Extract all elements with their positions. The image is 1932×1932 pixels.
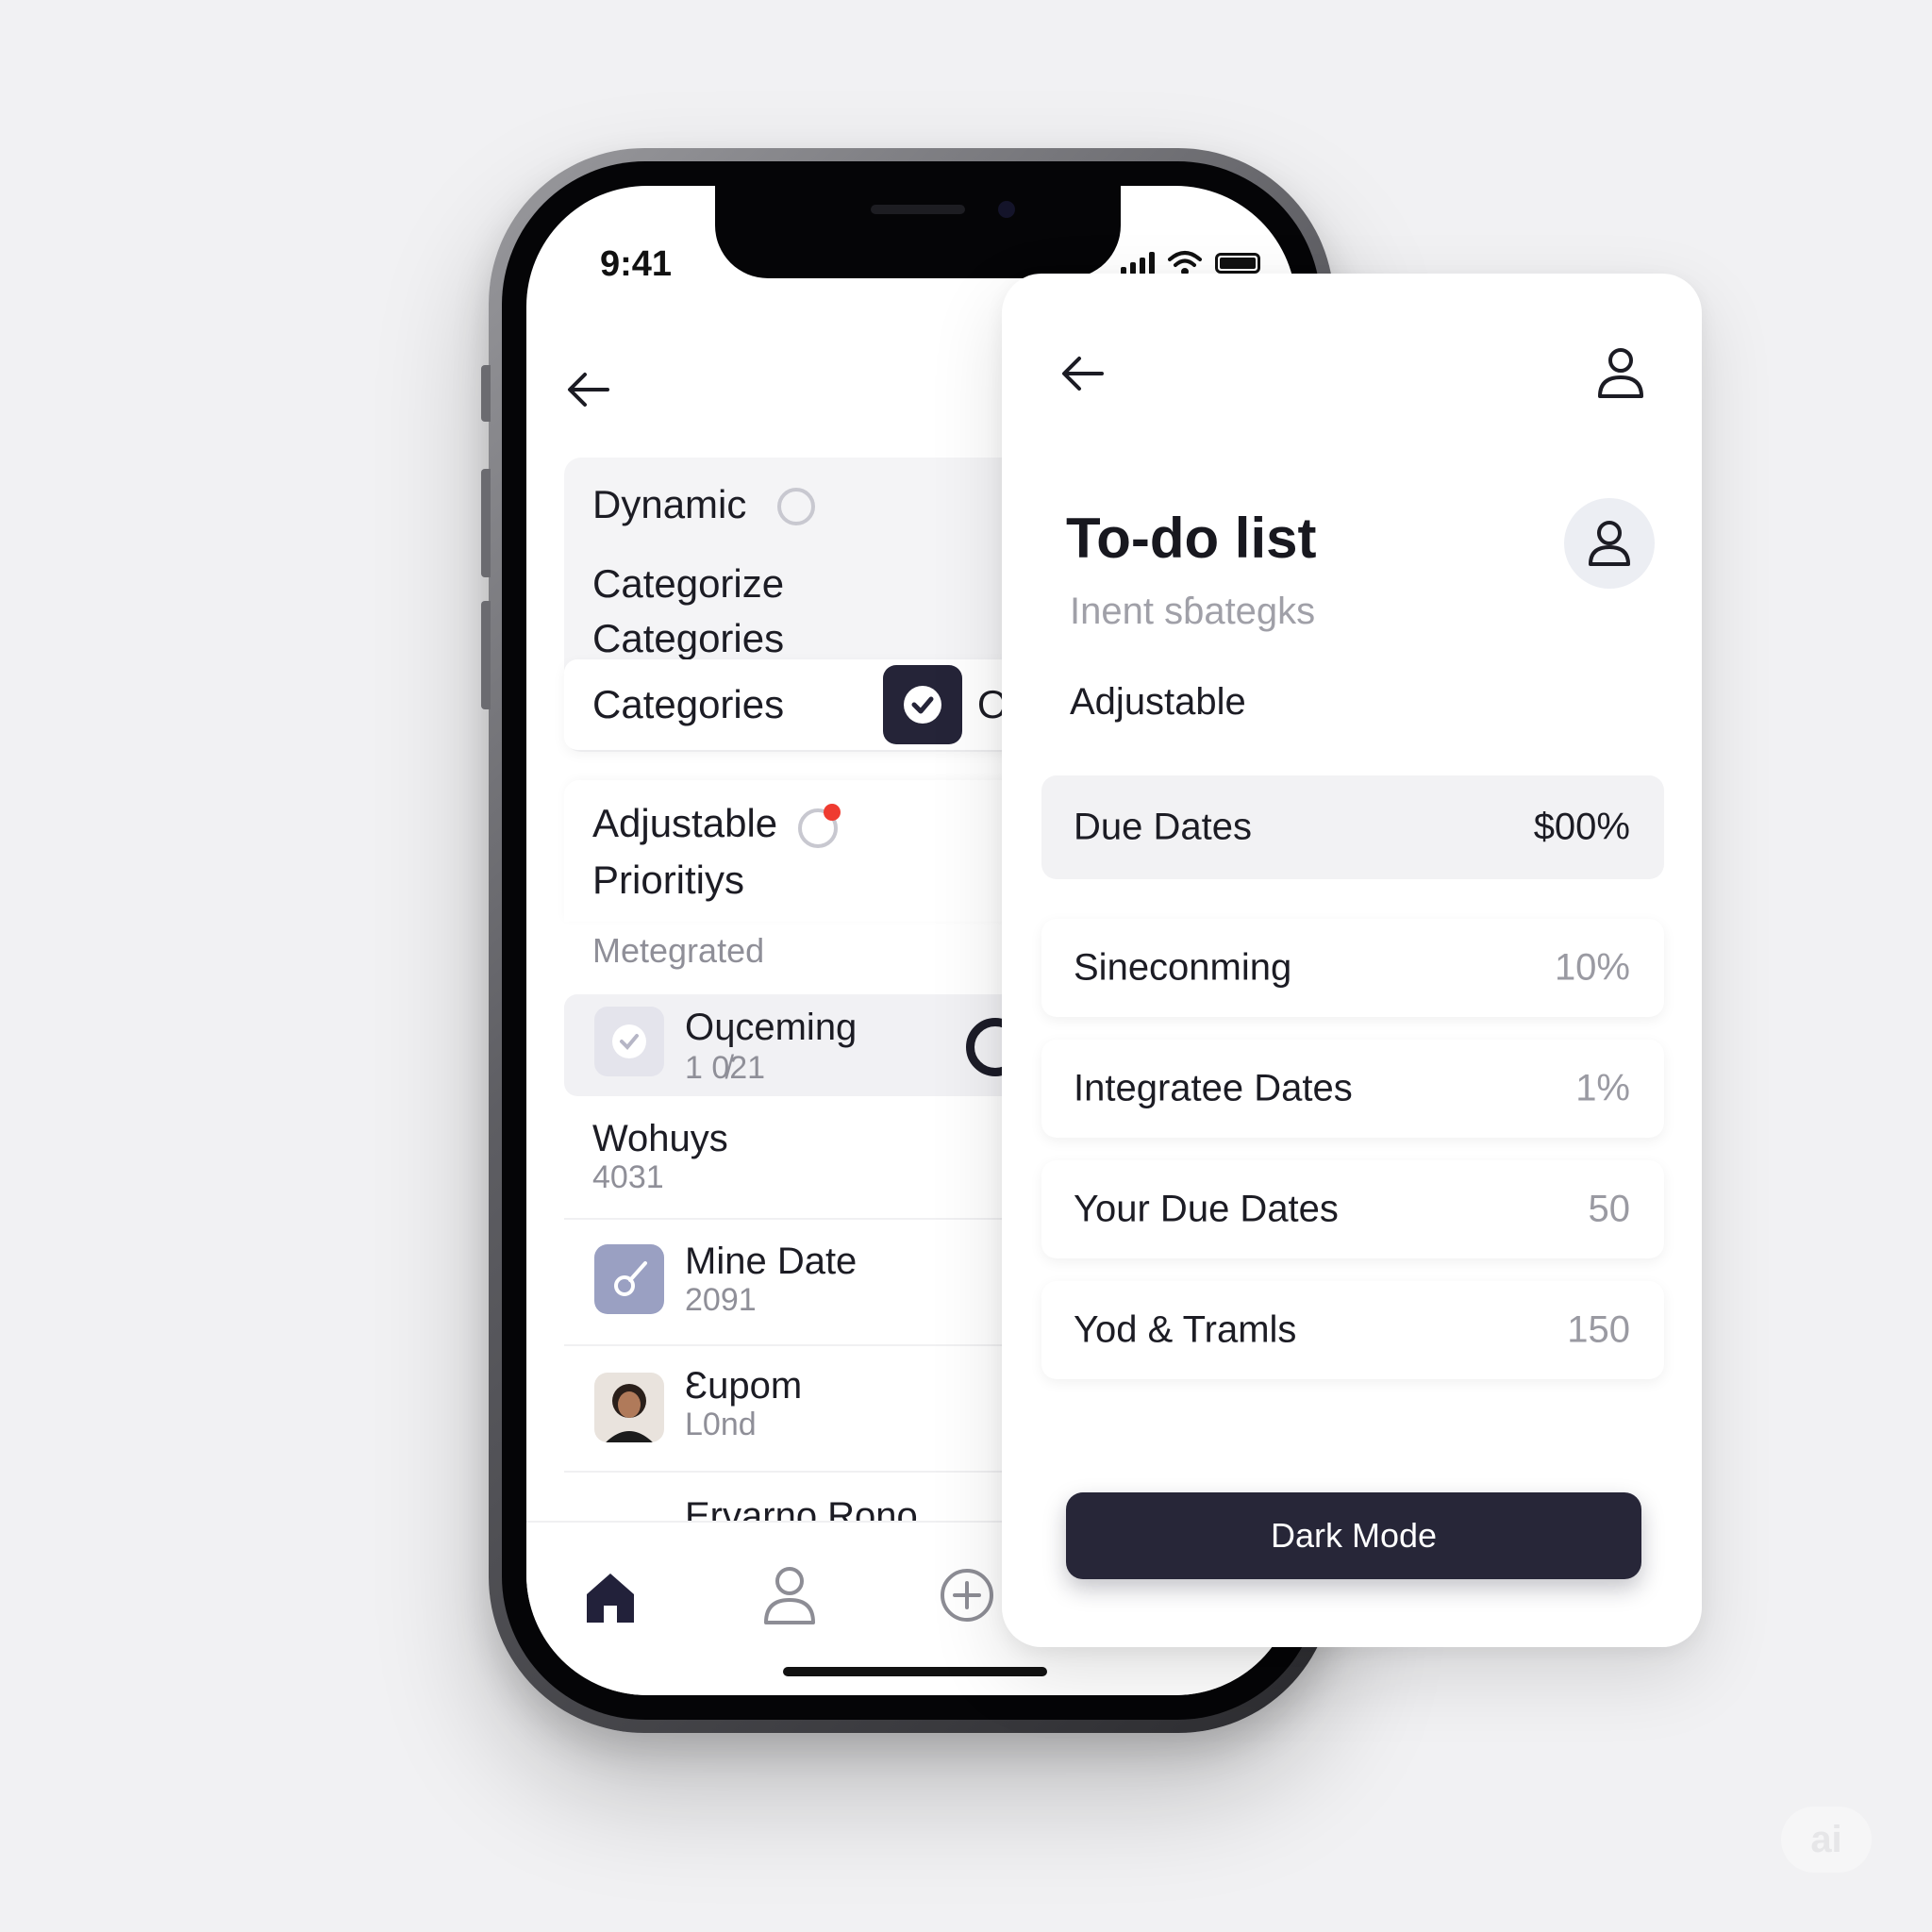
profile-icon[interactable] [760,1564,819,1626]
back-arrow-icon[interactable] [1057,347,1109,400]
ai-watermark: ai [1781,1807,1872,1873]
back-arrow-icon[interactable] [562,363,615,416]
setting-row[interactable]: Your Due Dates 50 [1041,1160,1664,1258]
status-time: 9:41 [600,244,673,284]
adjustable-title: Adjustable [592,801,778,845]
check-badge-icon [594,1007,664,1076]
section-metegrated: Metegrated [592,931,765,970]
dynamic-title: Dynamic [592,482,747,526]
row-value: $00% [1533,806,1630,848]
dark-mode-button[interactable]: Dark Mode [1066,1492,1641,1579]
row-value: 50 [1588,1188,1631,1230]
categories-row-label: Categories [592,682,785,726]
check-circle-icon [904,686,941,724]
user-avatar-icon [1589,521,1630,566]
section-heading: Adjustable [1070,681,1246,723]
row-label: Integratee Dates [1074,1067,1353,1109]
row-value: 1% [1575,1067,1630,1109]
item-subtitle: 4031 [592,1159,664,1195]
todo-overlay-card: To-do list Inent sɓategks Adjustable Due… [1002,274,1702,1647]
dynamic-radio[interactable] [777,488,815,525]
volume-up-button [481,469,491,577]
categorize-label: Categorize [592,561,785,606]
item-subtitle: 2091 [685,1282,757,1318]
volume-down-button [481,601,491,709]
categories-check-button[interactable] [883,665,962,744]
notch [715,186,1121,278]
item-title: Ɛupom [685,1365,803,1407]
notification-dot [824,804,841,821]
edit-pen-icon [594,1244,664,1314]
silent-switch [481,365,491,422]
wifi-icon [1168,251,1202,275]
battery-icon [1215,253,1260,274]
status-icons [1121,250,1260,276]
item-title: Oɥceming [685,1007,858,1048]
home-indicator [783,1667,1047,1676]
item-title: Wohuys [592,1118,728,1159]
setting-row[interactable]: Yod & Tramls 150 [1041,1281,1664,1379]
row-value: 150 [1567,1308,1630,1351]
setting-row[interactable]: Sineconming 10% [1041,919,1664,1017]
priorities-label: Prioritiys [592,858,745,902]
row-value: 10% [1554,946,1630,989]
categories-label: Categories [592,616,785,660]
user-icon[interactable] [1594,345,1647,402]
row-label: Your Due Dates [1074,1188,1339,1230]
add-icon[interactable] [938,1566,996,1624]
page-subtitle: Inent sɓategks [1070,591,1316,632]
speaker [871,205,965,214]
item-title: Mine Date [685,1241,858,1282]
item-subtitle: L0nd [685,1407,757,1442]
avatar [594,1373,664,1442]
front-camera [998,201,1015,218]
item-subtitle: 1 0̸21 [685,1050,766,1086]
row-label: Sineconming [1074,946,1292,989]
setting-row[interactable]: Integratee Dates 1% [1041,1040,1664,1138]
setting-row-due-dates[interactable]: Due Dates $00% [1041,775,1664,879]
row-label: Yod & Tramls [1074,1308,1297,1351]
page-title: To-do list [1066,507,1317,570]
row-label: Due Dates [1074,806,1252,848]
home-icon[interactable] [581,1568,640,1626]
avatar[interactable] [1564,498,1655,589]
cellular-signal-icon [1121,252,1155,275]
